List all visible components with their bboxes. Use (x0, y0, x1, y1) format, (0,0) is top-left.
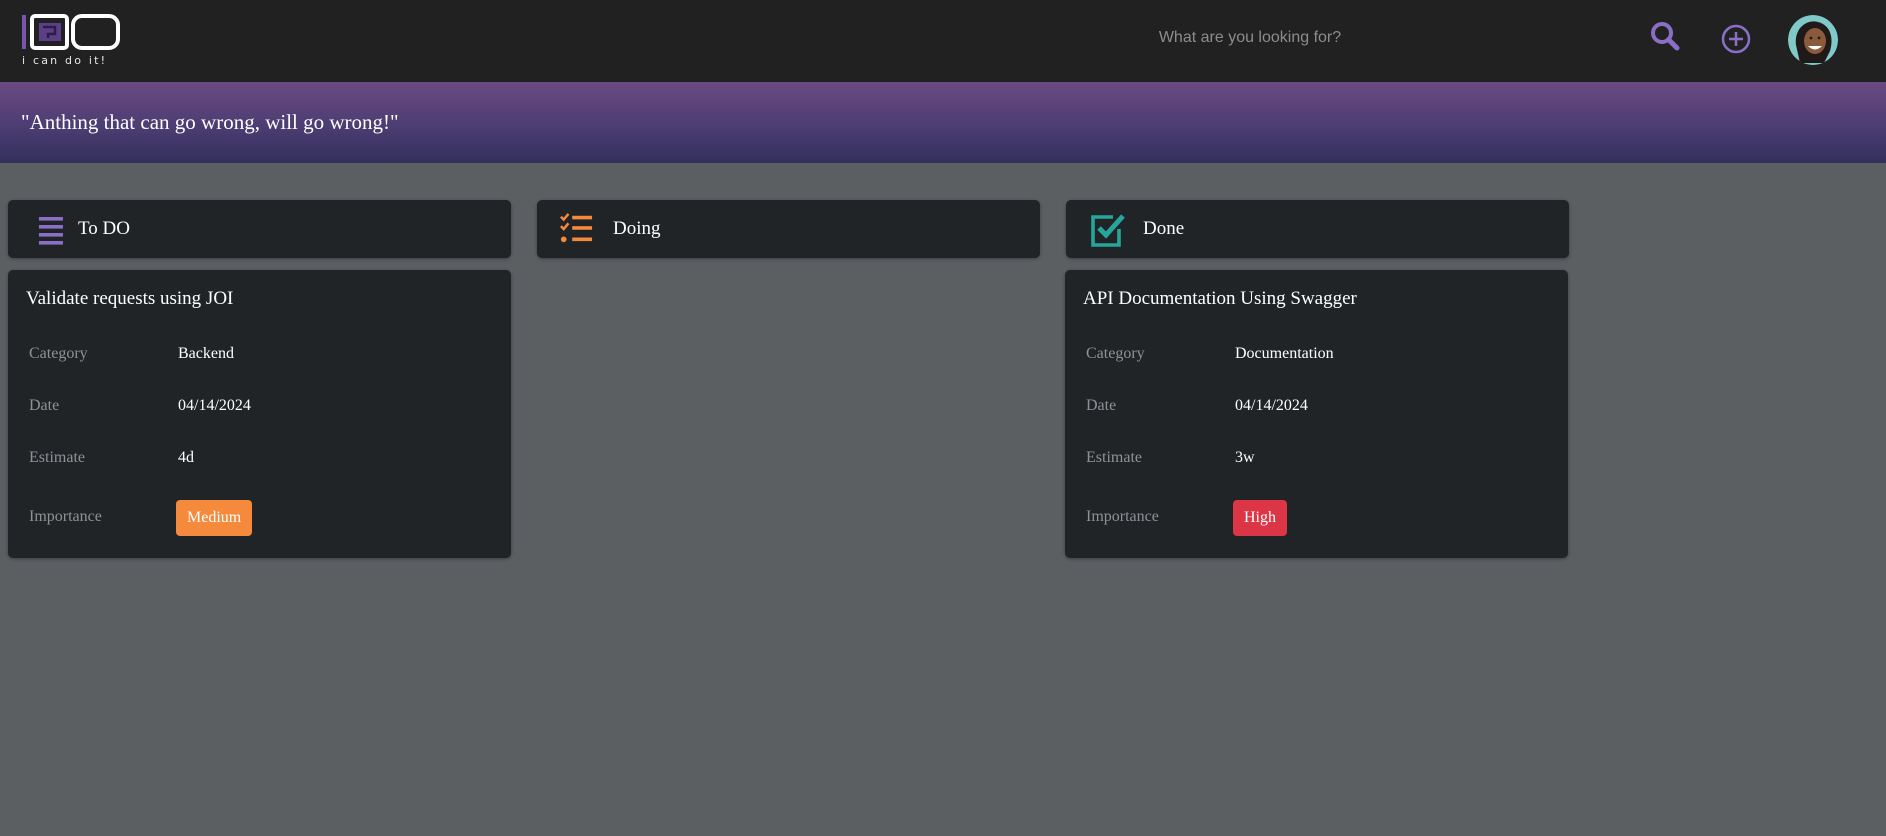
checkbox-checked-icon (1091, 214, 1125, 247)
importance-label: Importance (29, 508, 102, 525)
top-navbar: i can do it! (0, 0, 1886, 82)
category-label: Category (1086, 345, 1145, 362)
column-header-done: Done (1066, 200, 1569, 258)
task-card-done[interactable]: API Documentation Using Swagger Category… (1065, 270, 1568, 558)
category-value: Backend (178, 345, 234, 362)
plus-circle-icon (1721, 24, 1751, 54)
search-input[interactable] (1080, 22, 1420, 54)
category-label: Category (29, 345, 88, 362)
logo-tagline: i can do it! (22, 54, 108, 67)
column-header-todo: To DO (8, 200, 511, 258)
category-value: Documentation (1235, 345, 1334, 362)
date-value: 04/14/2024 (178, 397, 251, 414)
estimate-value: 3w (1235, 449, 1255, 466)
app-logo[interactable]: i can do it! (21, 14, 121, 70)
estimate-label: Estimate (29, 449, 85, 466)
estimate-label: Estimate (1086, 449, 1142, 466)
date-label: Date (29, 397, 60, 414)
checklist-icon (560, 213, 593, 243)
column-title-doing: Doing (613, 218, 661, 239)
user-avatar[interactable] (1788, 15, 1838, 65)
column-header-doing: Doing (537, 200, 1040, 258)
importance-label: Importance (1086, 508, 1159, 525)
column-title-done: Done (1143, 218, 1185, 239)
estimate-value: 4d (178, 449, 194, 466)
list-icon (39, 217, 63, 245)
column-title-todo: To DO (78, 218, 130, 239)
logo-mark (22, 14, 120, 50)
importance-badge: High (1233, 500, 1287, 536)
task-title: API Documentation Using Swagger (1083, 288, 1357, 309)
date-value: 04/14/2024 (1235, 397, 1308, 414)
banner-quote: "Anthing that can go wrong, will go wron… (21, 110, 399, 134)
search-icon (1651, 22, 1680, 51)
task-title: Validate requests using JOI (26, 288, 234, 309)
date-label: Date (1086, 397, 1117, 414)
quote-banner: "Anthing that can go wrong, will go wron… (0, 82, 1886, 163)
avatar-image (1788, 15, 1838, 65)
search-button[interactable] (1648, 20, 1682, 54)
importance-badge: Medium (176, 500, 253, 536)
task-card-todo[interactable]: Validate requests using JOI Category Bac… (8, 270, 511, 558)
add-task-button[interactable] (1719, 22, 1753, 56)
